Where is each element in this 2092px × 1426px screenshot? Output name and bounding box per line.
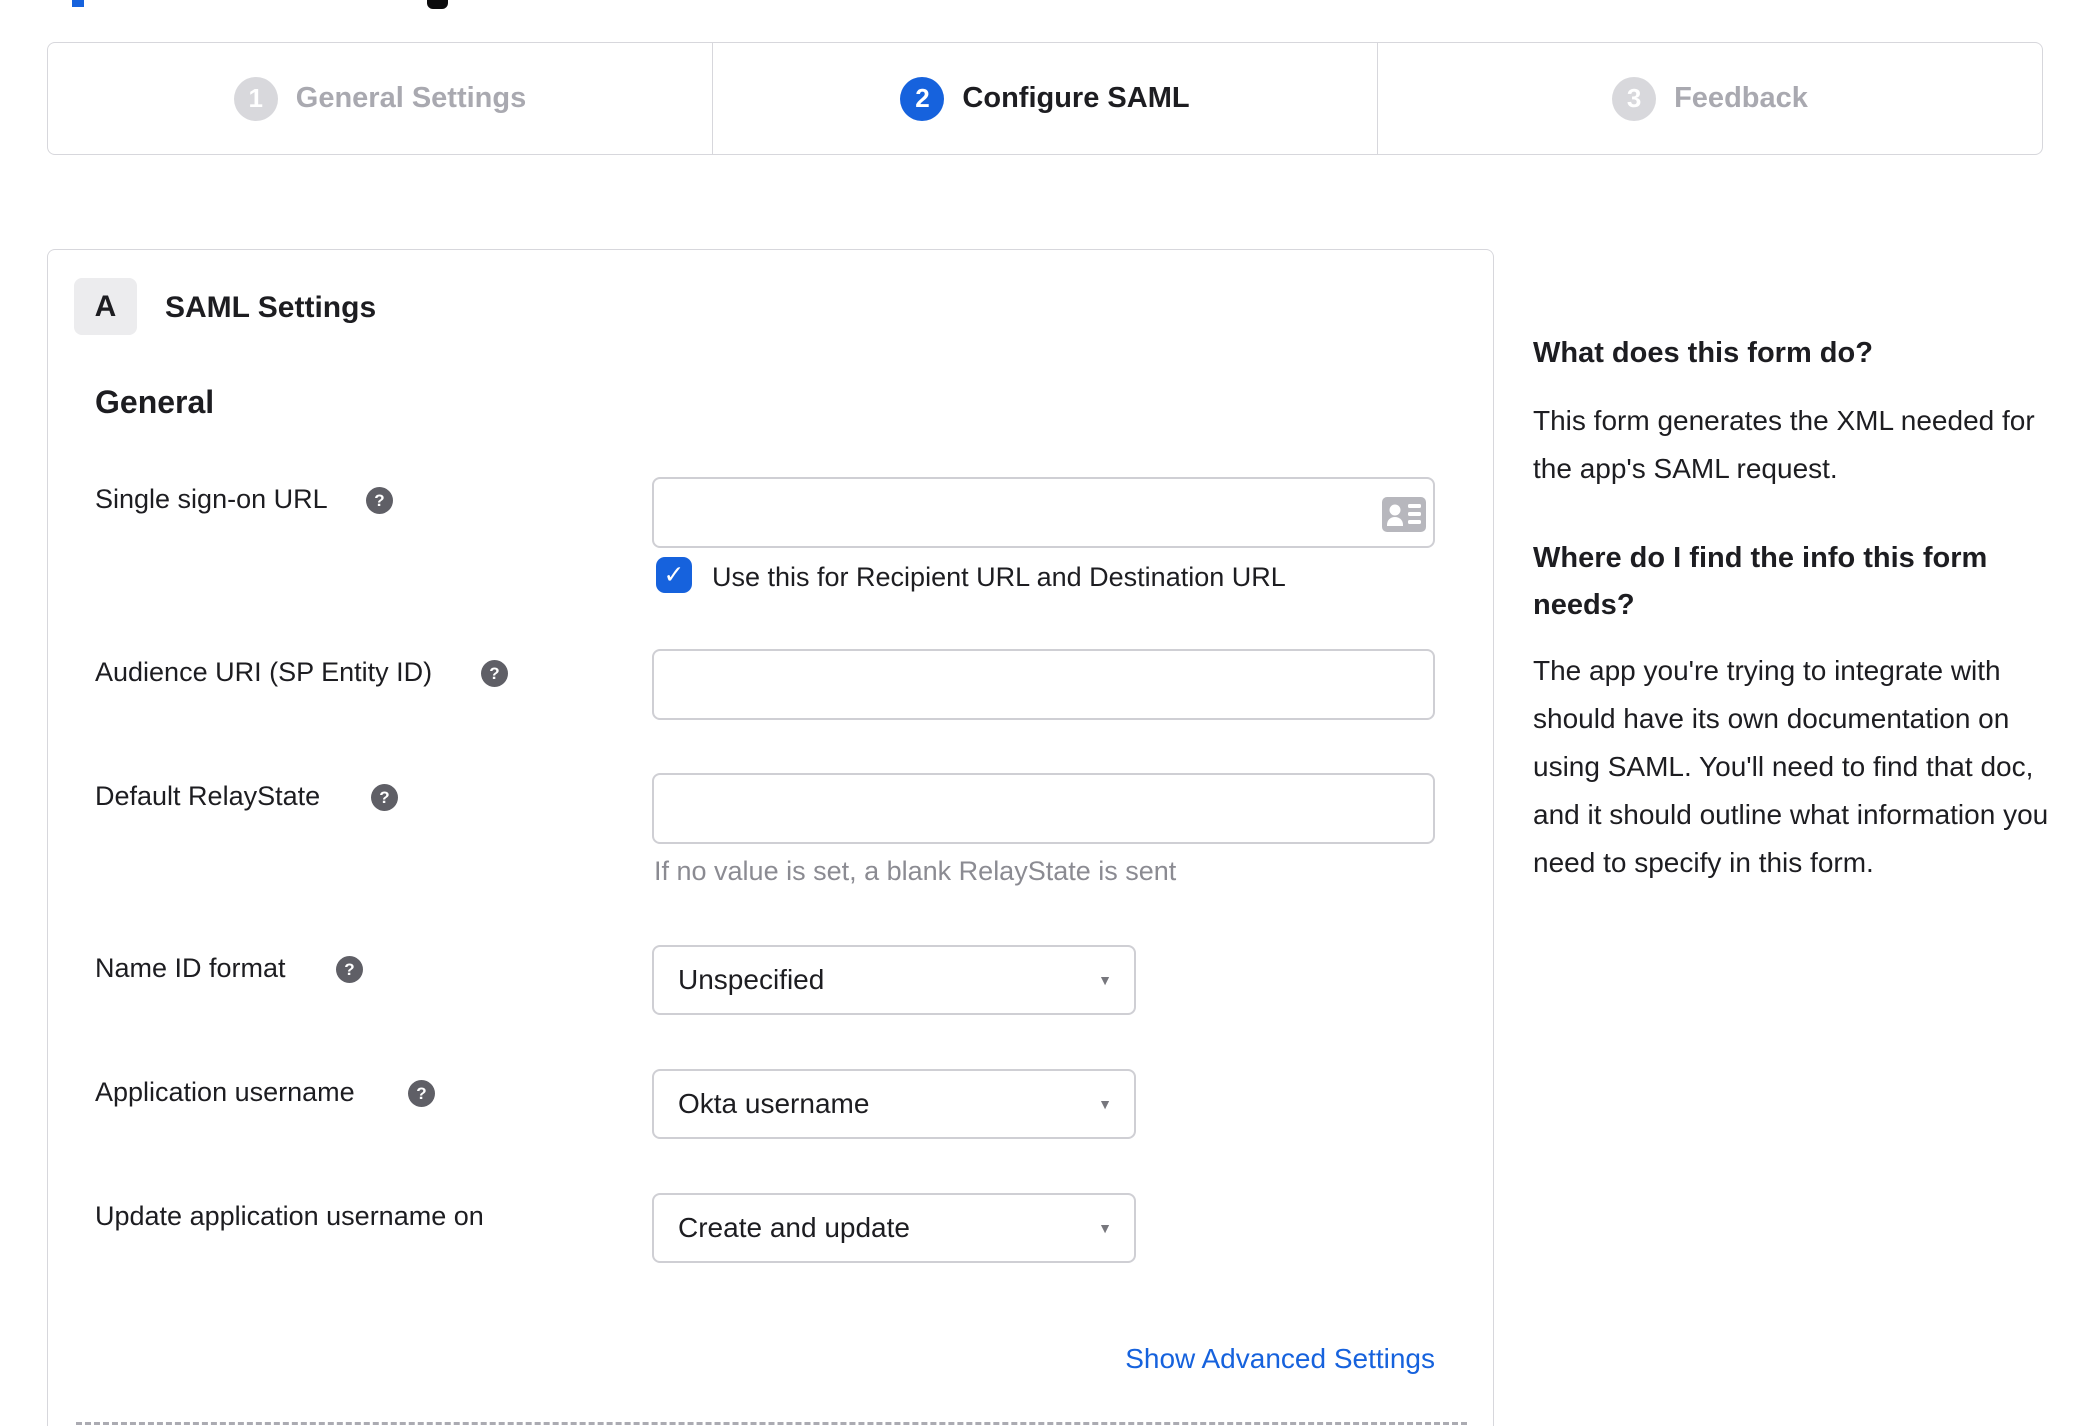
clipped-logo-fragment <box>72 0 84 7</box>
question-mark-glyph: ? <box>374 490 385 510</box>
help-icon[interactable]: ? <box>408 1080 435 1107</box>
wizard-stepper: 1 General Settings 2 Configure SAML 3 Fe… <box>47 42 2043 155</box>
step-label: Feedback <box>1674 82 1808 114</box>
selected-value: Create and update <box>678 1212 910 1243</box>
sso-url-label: Single sign-on URL <box>95 484 328 514</box>
group-heading-general: General <box>95 384 215 420</box>
sidebar-paragraph-where: The app you're trying to integrate with … <box>1533 655 2049 878</box>
recipient-url-checkbox[interactable]: ✓ <box>656 557 692 593</box>
step-label: General Settings <box>295 82 527 114</box>
name-id-format-label: Name ID format <box>95 953 286 983</box>
update-username-select[interactable]: Create and update ▼ <box>652 1193 1136 1263</box>
question-mark-glyph: ? <box>379 787 390 807</box>
chevron-down-icon: ▼ <box>1098 1096 1112 1112</box>
contact-card-icon <box>1382 497 1426 537</box>
help-icon[interactable]: ? <box>481 660 508 687</box>
default-relaystate-label: Default RelayState <box>95 781 321 811</box>
help-icon[interactable]: ? <box>336 956 363 983</box>
sso-url-input[interactable] <box>652 477 1435 548</box>
default-relaystate-input[interactable] <box>652 773 1435 844</box>
chevron-down-icon: ▼ <box>1098 1220 1112 1236</box>
update-username-label: Update application username on <box>95 1201 484 1231</box>
saml-settings-panel: A SAML Settings General Single sign-on U… <box>47 249 1494 1426</box>
help-icon[interactable]: ? <box>366 487 393 514</box>
audience-uri-label: Audience URI (SP Entity ID) <box>95 657 433 687</box>
recipient-url-checkbox-label: Use this for Recipient URL and Destinati… <box>712 562 1286 592</box>
step-number-badge: 2 <box>900 76 945 121</box>
clipped-icon-fragment <box>427 0 448 9</box>
application-username-label: Application username <box>95 1077 355 1107</box>
section-title: SAML Settings <box>165 291 377 324</box>
question-mark-glyph: ? <box>344 959 355 979</box>
audience-uri-input[interactable] <box>652 649 1435 720</box>
question-mark-glyph: ? <box>489 663 500 683</box>
page: { "stepper": { "steps": [ { "number": "1… <box>0 0 2092 1426</box>
help-sidebar: What does this form do? This form genera… <box>1533 330 2073 929</box>
step-number-badge: 1 <box>233 76 278 121</box>
step-general-settings[interactable]: 1 General Settings <box>48 43 713 154</box>
relaystate-helper-text: If no value is set, a blank RelayState i… <box>654 856 1177 886</box>
selected-value: Okta username <box>678 1088 870 1119</box>
name-id-format-select[interactable]: Unspecified ▼ <box>652 945 1136 1015</box>
sidebar-paragraph-what: This form generates the XML needed for t… <box>1533 405 2035 484</box>
section-dashed-divider <box>76 1422 1467 1425</box>
application-username-select[interactable]: Okta username ▼ <box>652 1069 1136 1139</box>
help-icon[interactable]: ? <box>371 784 398 811</box>
sidebar-heading-what: What does this form do? <box>1533 337 1873 369</box>
question-mark-glyph: ? <box>416 1083 427 1103</box>
step-configure-saml[interactable]: 2 Configure SAML <box>713 43 1378 154</box>
sidebar-heading-where: Where do I find the info this form needs… <box>1533 542 1988 621</box>
step-number-badge: 3 <box>1612 76 1657 121</box>
selected-value: Unspecified <box>678 964 825 995</box>
chevron-down-icon: ▼ <box>1098 972 1112 988</box>
show-advanced-settings-link[interactable]: Show Advanced Settings <box>652 1343 1435 1375</box>
checkmark-icon: ✓ <box>663 561 685 589</box>
step-label: Configure SAML <box>962 82 1190 114</box>
section-badge: A <box>74 278 137 335</box>
step-feedback[interactable]: 3 Feedback <box>1378 43 2042 154</box>
